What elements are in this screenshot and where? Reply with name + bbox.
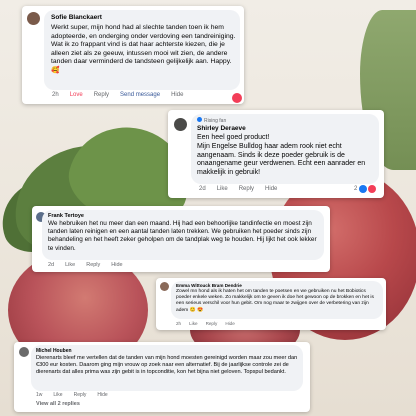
reaction-like-icon	[359, 185, 368, 193]
comment-author[interactable]: Shirley Deraeve	[197, 125, 246, 132]
comment-actions: 2d Like Reply Hide	[48, 262, 134, 268]
comment-card: Sofie Blanckaert Werkt super, mijn hond …	[22, 6, 244, 104]
comment-card: Frank Tertoye We hebruiken het nu meer d…	[32, 206, 330, 272]
like-button[interactable]: Like	[53, 392, 62, 398]
reply-button[interactable]: Reply	[239, 186, 254, 192]
avatar[interactable]	[27, 12, 40, 25]
view-replies-link[interactable]: View all 2 replies	[36, 401, 80, 407]
comment-actions: 2h Love Reply Send message Hide	[52, 92, 194, 98]
timestamp: 1w	[36, 392, 43, 398]
love-button[interactable]: Love	[70, 92, 83, 98]
hide-button[interactable]: Hide	[171, 92, 183, 98]
comment-author[interactable]: Sofie Blanckaert	[51, 14, 102, 21]
like-button[interactable]: Like	[65, 262, 75, 268]
reply-button[interactable]: Reply	[94, 92, 109, 98]
hide-button[interactable]: Hide	[225, 321, 234, 326]
timestamp: 2d	[199, 186, 206, 192]
comment-text: Zowel mn hond als ik haten het om tanden…	[176, 289, 374, 313]
rising-fan-icon	[197, 117, 202, 122]
comment-actions: 2h Like Reply Hide	[176, 321, 246, 326]
like-button[interactable]: Like	[217, 186, 228, 192]
timestamp: 2h	[52, 92, 59, 98]
comment-text: Dierenarts bleef me vertellen dat de tan…	[36, 355, 298, 376]
hide-button[interactable]: Hide	[265, 186, 277, 192]
comment-author[interactable]: Frank Tertoye	[48, 213, 84, 219]
like-button[interactable]: Like	[189, 321, 197, 326]
reaction-count: 2	[354, 186, 358, 192]
comment-author[interactable]: Emma Wittouck Bram Dendrie	[176, 283, 242, 288]
reply-button[interactable]: Reply	[206, 321, 218, 326]
comment-text: We hebruiken het nu meer dan een maand. …	[48, 220, 317, 252]
avatar[interactable]	[19, 347, 29, 357]
comment-text: Werkt super, mijn hond had al slechte ta…	[51, 24, 236, 74]
comment-card: Michel Houben Dierenarts bleef me vertel…	[14, 342, 310, 412]
hide-button[interactable]: Hide	[111, 262, 122, 268]
rising-fan-badge: Rising fan	[197, 117, 226, 124]
reaction-love-icon	[232, 93, 242, 103]
timestamp: 2d	[48, 262, 55, 268]
comment-author[interactable]: Michel Houben	[36, 348, 72, 354]
comment-text: Een heel goed product! Mijn Engelse Bull…	[197, 134, 366, 177]
reaction-love-icon	[368, 185, 377, 193]
timestamp: 2h	[176, 321, 182, 326]
comment-card: Emma Wittouck Bram Dendrie Zowel mn hond…	[156, 278, 386, 330]
comment-card: Rising fan Shirley Deraeve Een heel goed…	[168, 110, 384, 198]
avatar[interactable]	[160, 282, 169, 291]
comment-actions: 2d Like Reply Hide	[199, 186, 288, 192]
reaction-summary[interactable]: 2	[354, 185, 377, 193]
avatar[interactable]	[174, 118, 187, 131]
comment-actions: 1w Like Reply Hide	[36, 392, 119, 398]
reply-button[interactable]: Reply	[86, 262, 100, 268]
reply-button[interactable]: Reply	[74, 392, 87, 398]
hide-button[interactable]: Hide	[97, 392, 107, 398]
send-message-button[interactable]: Send message	[120, 92, 160, 98]
